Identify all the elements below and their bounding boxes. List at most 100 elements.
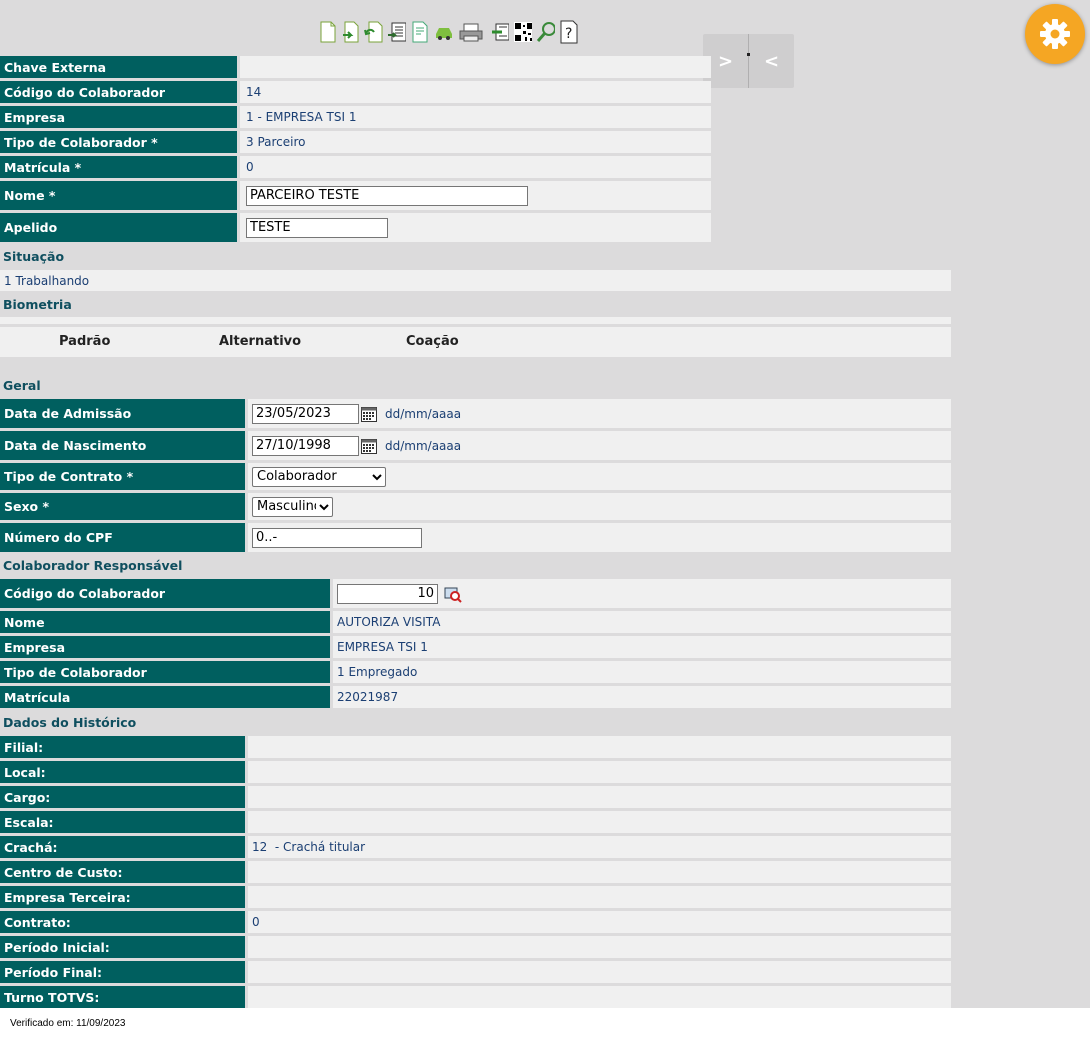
tipo-contrato-select[interactable]: Colaborador [252,466,386,487]
prev-record-button[interactable]: < [749,34,794,88]
field-value [248,936,951,958]
field-label: Empresa [0,106,237,128]
svg-text:?: ? [565,26,572,42]
field-value [248,761,951,783]
car-icon[interactable] [433,20,452,44]
field-label: Data de Admissão [0,399,245,428]
search-icon[interactable] [536,20,555,44]
field-value: 22021987 [333,686,951,708]
field-value [248,986,951,1008]
field-tipo-contrato: Tipo de Contrato * Colaborador [0,463,951,490]
field-tipo-colaborador: Tipo de Colaborador * 3 Parceiro [0,131,711,153]
date-format-hint: dd/mm/aaaa [385,438,462,453]
field-data-admissao: Data de Admissão dd/mm/aaaa [0,399,951,428]
field-value: 1 - EMPRESA TSI 1 [240,106,711,128]
field-value [248,523,951,552]
field-historico-filial: Filial: [0,736,951,758]
biometria-spacer [0,317,951,324]
data-nascimento-input[interactable] [252,435,359,456]
field-label: Nome [0,611,330,633]
field-value: dd/mm/aaaa [248,431,951,460]
field-historico-turno-totvs: Turno TOTVS: [0,986,951,1008]
responsavel-codigo-input[interactable] [337,583,438,604]
field-responsavel-tipo: Tipo de Colaborador 1 Empregado [0,661,951,683]
field-label: Período Final: [0,961,245,983]
field-historico-cracha: Crachá: 12 - Crachá titular [0,836,951,858]
help-icon[interactable]: ? [559,20,578,44]
field-value: 1 Empregado [333,661,951,683]
field-historico-centro-custo: Centro de Custo: [0,861,951,883]
scanner-icon[interactable] [490,20,509,44]
section-situacao-title: Situação [3,249,65,264]
field-historico-empresa-terceira: Empresa Terceira: [0,886,951,908]
new-document-icon[interactable] [318,20,337,44]
field-label: Tipo de Contrato * [0,463,245,490]
field-label: Empresa [0,636,330,658]
field-label: Data de Nascimento [0,431,245,460]
lookup-search-icon[interactable] [444,585,462,603]
data-admissao-input[interactable] [252,403,359,424]
field-label: Tipo de Colaborador * [0,131,237,153]
field-value [248,786,951,808]
export-icon[interactable] [341,20,360,44]
field-label: Apelido [0,213,237,242]
nome-input[interactable] [246,185,528,206]
section-historico-title: Dados do Histórico [3,715,137,730]
field-label: Chave Externa [0,56,237,78]
field-value [240,181,711,210]
field-label: Matrícula [0,686,330,708]
field-value: 14 [240,81,711,103]
date-format-hint: dd/mm/aaaa [385,406,462,421]
apelido-input[interactable] [246,217,388,238]
field-label: Número do CPF [0,523,245,552]
calendar-icon[interactable] [361,438,377,454]
field-value: dd/mm/aaaa [248,399,951,428]
field-historico-local: Local: [0,761,951,783]
field-responsavel-matricula: Matrícula 22021987 [0,686,951,708]
sexo-select[interactable]: Masculino [252,496,333,517]
field-historico-cargo: Cargo: [0,786,951,808]
field-label: Matrícula * [0,156,237,178]
biometria-col-padrao: Padrão [59,334,111,349]
situacao-row: 1 Trabalhando [0,270,951,291]
calendar-icon[interactable] [361,406,377,422]
field-data-nascimento: Data de Nascimento dd/mm/aaaa [0,431,951,460]
field-value: Masculino [248,493,951,520]
field-value: 0 [248,911,951,933]
field-label: Cargo: [0,786,245,808]
undo-icon[interactable] [364,20,383,44]
record-navigation: > < [703,34,794,88]
field-historico-periodo-inicial: Período Inicial: [0,936,951,958]
field-value [240,56,711,78]
field-responsavel-codigo: Código do Colaborador [0,579,951,608]
section-biometria-title: Biometria [3,297,72,312]
field-label: Empresa Terceira: [0,886,245,908]
field-label: Filial: [0,736,245,758]
field-value [248,961,951,983]
printer-icon[interactable] [456,20,486,44]
field-value: Colaborador [248,463,951,490]
field-label: Sexo * [0,493,245,520]
field-label: Local: [0,761,245,783]
toolbar: ? [318,20,578,46]
field-label: Tipo de Colaborador [0,661,330,683]
cpf-input[interactable] [252,527,422,548]
biometria-col-coacao: Coação [406,334,459,349]
settings-gear-button[interactable] [1025,4,1085,64]
report-icon[interactable] [387,20,406,44]
field-responsavel-nome: Nome AUTORIZA VISITA [0,611,951,633]
field-label: Contrato: [0,911,245,933]
edit-document-icon[interactable] [410,20,429,44]
field-historico-escala: Escala: [0,811,951,833]
field-value: 0 [240,156,711,178]
field-value [248,736,951,758]
qr-code-icon[interactable] [513,20,532,44]
field-value: EMPRESA TSI 1 [333,636,951,658]
field-value [248,886,951,908]
field-chave-externa: Chave Externa [0,56,711,78]
field-label: Código do Colaborador [0,81,237,103]
field-label: Escala: [0,811,245,833]
nav-divider [747,34,750,88]
field-matricula: Matrícula * 0 [0,156,711,178]
verified-date-text: Verificado em: 11/09/2023 [10,1018,126,1029]
